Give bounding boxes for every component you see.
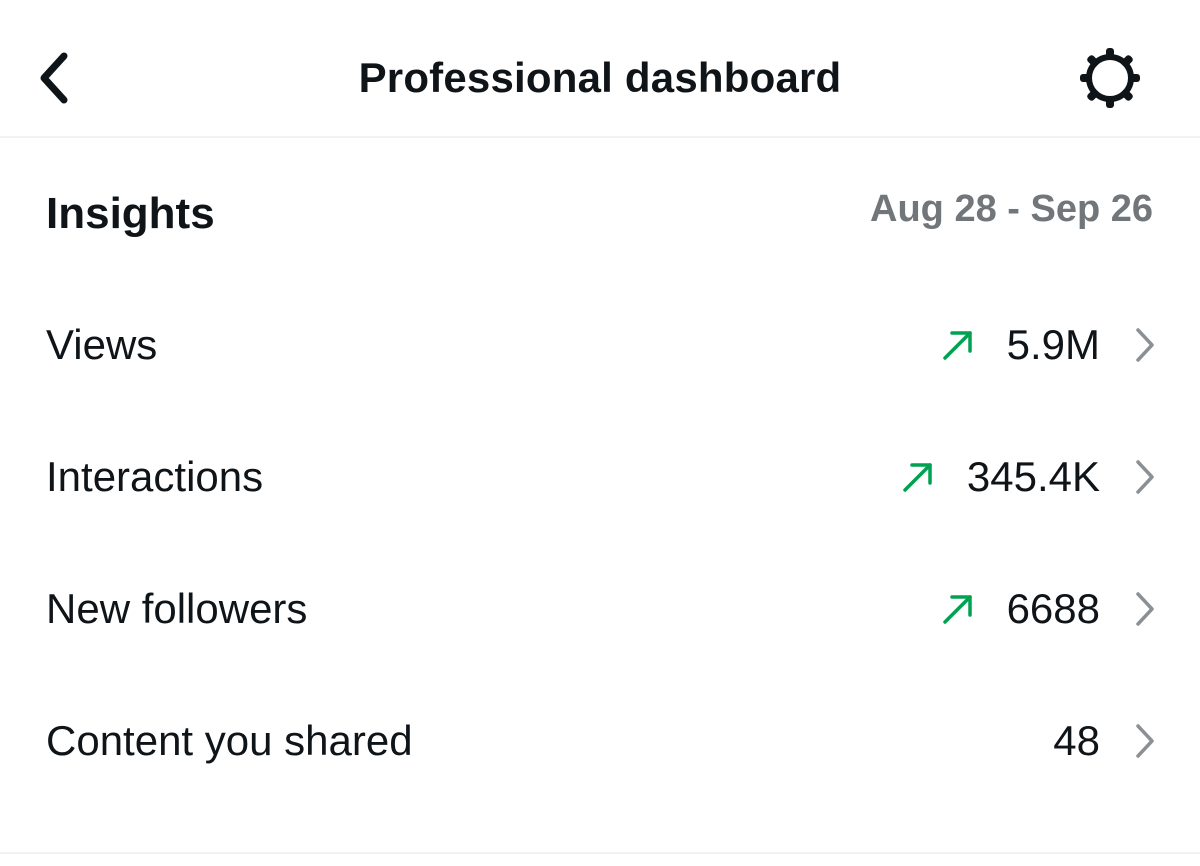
metric-value: 6688 [1006,585,1100,632]
divider [0,852,1200,854]
metric-label: Content you shared [46,717,413,764]
trend-up-icon [939,326,977,364]
chevron-right-icon [1130,721,1160,761]
trend-up-icon [939,590,977,628]
chevron-right-icon [1130,457,1160,497]
metric-label: New followers [46,585,308,632]
chevron-right-icon [1130,325,1160,365]
metric-value: 48 [1053,717,1100,764]
metric-value-group: 345.4K [899,447,1160,507]
insights-title: Insights [46,189,215,238]
settings-button[interactable] [1070,42,1150,114]
metric-label: Interactions [46,453,264,500]
metric-row-content-shared[interactable]: Content you shared 48 [0,675,1200,807]
metric-value-group: 6688 [939,579,1160,639]
metric-value-group: 5.9M [939,315,1160,375]
metric-row-views[interactable]: Views 5.9M [0,279,1200,411]
metric-row-interactions[interactable]: Interactions 345.4K [0,411,1200,543]
insights-header: Insights Aug 28 - Sep 26 [0,138,1200,284]
metric-label: Views [46,321,158,368]
page-title: Professional dashboard [358,54,842,101]
trend-up-icon [899,458,937,496]
metric-value: 345.4K [966,453,1100,500]
chevron-right-icon [1130,589,1160,629]
date-range[interactable]: Aug 28 - Sep 26 [870,184,1153,234]
metric-value-group: 48 [1053,711,1160,771]
metric-value: 5.9M [1006,321,1100,368]
metric-row-new-followers[interactable]: New followers 6688 [0,543,1200,675]
gear-icon [1080,48,1140,108]
top-bar: Professional dashboard [0,0,1200,138]
